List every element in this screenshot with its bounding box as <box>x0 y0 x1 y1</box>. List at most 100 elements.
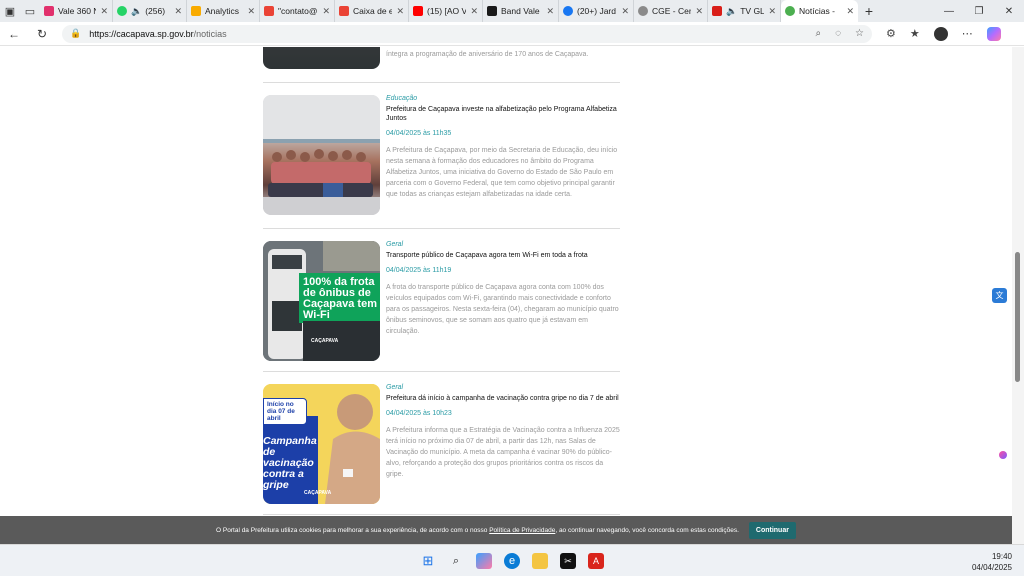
cge-icon <box>638 6 648 16</box>
minimize-icon[interactable]: — <box>934 6 964 17</box>
tab-8[interactable]: (20+) Jard ✕ <box>559 0 634 22</box>
speaker-icon[interactable]: 🔈 <box>131 6 142 17</box>
lock-icon[interactable]: 🔒 <box>70 28 81 39</box>
analytics-icon <box>191 6 201 16</box>
capcut-icon[interactable]: ✂ <box>560 553 576 569</box>
close-window-icon[interactable]: ✕ <box>994 6 1024 17</box>
edge-icon[interactable]: e <box>504 553 520 569</box>
gmail-icon <box>264 6 274 16</box>
read-aloud-icon[interactable]: ◌ <box>835 28 841 39</box>
search-icon[interactable]: ⌕ <box>448 553 464 569</box>
brand-logo: CAÇAPAVA <box>304 490 332 496</box>
news-image-teachers-group[interactable] <box>263 95 380 215</box>
tab-6[interactable]: (15) [AO V ✕ <box>409 0 483 22</box>
acrobat-icon[interactable]: A <box>588 553 604 569</box>
gmail-icon <box>339 6 349 16</box>
news-image-text: 100% da frota de ônibus de Caçapava tem … <box>303 276 377 321</box>
close-tab-icon[interactable]: ✕ <box>96 6 108 17</box>
cookie-continue-button[interactable]: Continuar <box>748 521 796 539</box>
menu-icon[interactable]: ⋯ <box>962 27 973 40</box>
tab-strip: ▣ ▭ Vale 360 N ✕ 🔈 (256) ✕ Analytics ✕ "cont… <box>0 0 1024 22</box>
news-image-bus-wifi[interactable]: 100% da frota de ônibus de Caçapava tem … <box>263 241 380 361</box>
tab-10[interactable]: 🔈 TV GL ✕ <box>708 0 781 22</box>
close-tab-icon[interactable]: ✕ <box>392 6 404 17</box>
workspaces-icon[interactable]: ▣ <box>0 0 20 22</box>
tab-actions-icon[interactable]: ▭ <box>20 0 40 22</box>
news-image-text: Campanha de vacinação contra a gripe <box>263 435 317 491</box>
tv-icon <box>712 6 722 16</box>
translate-icon[interactable]: 文 <box>992 288 1007 303</box>
cookie-text: O Portal da Prefeitura utiliza cookies p… <box>216 526 739 534</box>
favorites-icon[interactable]: ★ <box>910 27 920 40</box>
whatsapp-icon <box>117 6 127 16</box>
reload-icon[interactable]: ↻ <box>28 27 56 41</box>
news-image-vaccination[interactable]: Início no dia 07 de abril Campanha de va… <box>263 384 380 504</box>
instagram-icon <box>44 6 54 16</box>
cookie-banner: O Portal da Prefeitura utiliza cookies p… <box>0 516 1012 544</box>
favorite-star-icon[interactable]: ☆ <box>855 28 864 39</box>
news-date: 04/04/2025 às 10h23 <box>386 410 452 417</box>
news-category[interactable]: Educação <box>386 95 620 102</box>
url-path: /noticias <box>193 28 227 39</box>
close-tab-icon[interactable]: ✕ <box>691 6 703 17</box>
extensions-icon[interactable]: ⚙ <box>886 27 896 40</box>
maximize-icon[interactable]: ❐ <box>964 6 994 17</box>
scrollbar-thumb[interactable] <box>1015 252 1020 382</box>
close-tab-icon[interactable]: ✕ <box>170 6 182 17</box>
cacapava-icon <box>785 6 795 16</box>
taskbar: ⊞ ⌕ e ✂ A 19:40 04/04/2025 <box>0 544 1024 576</box>
copilot-taskbar-icon[interactable] <box>476 553 492 569</box>
facebook-icon <box>563 6 573 16</box>
news-summary: A frota do transporte público de Caçapav… <box>386 284 619 335</box>
page-content: íntegra a programação de aniversário de … <box>0 47 1012 544</box>
start-icon[interactable]: ⊞ <box>420 553 436 569</box>
tab-9[interactable]: CGE - Cen ✕ <box>634 0 708 22</box>
browser-toolbar: ← ↻ 🔒 https://cacapava.sp.gov.br/noticia… <box>0 22 1024 46</box>
news-title[interactable]: Prefeitura de Caçapava investe na alfabe… <box>386 105 620 123</box>
url-host: https://cacapava.sp.gov.br <box>89 28 194 39</box>
close-tab-icon[interactable]: ✕ <box>243 6 255 17</box>
news-category[interactable]: Geral <box>386 241 620 248</box>
page-scrollbar[interactable] <box>1012 47 1024 544</box>
close-tab-icon[interactable]: ✕ <box>842 6 854 17</box>
news-category[interactable]: Geral <box>386 384 620 391</box>
back-icon[interactable]: ← <box>0 27 28 41</box>
divider <box>263 514 620 515</box>
news-image-0[interactable] <box>263 47 380 69</box>
news-date: 04/04/2025 às 11h35 <box>386 130 452 137</box>
tab-2[interactable]: 🔈 (256) ✕ <box>113 0 187 22</box>
tab-3[interactable]: Analytics ✕ <box>187 0 260 22</box>
band-icon <box>487 6 497 16</box>
close-tab-icon[interactable]: ✕ <box>617 6 629 17</box>
tab-1[interactable]: Vale 360 N ✕ <box>40 0 113 22</box>
news-image-badge: Início no dia 07 de abril <box>263 398 307 425</box>
close-tab-icon[interactable]: ✕ <box>542 6 554 17</box>
profile-avatar[interactable] <box>933 26 948 41</box>
assistant-icon[interactable] <box>999 451 1007 459</box>
divider <box>263 228 620 229</box>
tab-5[interactable]: Caixa de e ✕ <box>335 0 409 22</box>
brand-logo: CAÇAPAVA <box>311 338 339 344</box>
divider <box>263 82 620 83</box>
youtube-icon <box>413 6 423 16</box>
close-tab-icon[interactable]: ✕ <box>318 6 330 17</box>
copilot-icon[interactable] <box>986 26 1001 41</box>
news-summary: A Prefeitura informa que a Estratégia de… <box>386 427 620 478</box>
news-title[interactable]: Transporte público de Caçapava agora tem… <box>386 251 620 260</box>
divider <box>263 371 620 372</box>
zoom-icon[interactable]: ⌕ <box>815 28 821 39</box>
close-tab-icon[interactable]: ✕ <box>466 6 478 17</box>
news-summary: íntegra a programação de aniversário de … <box>386 51 589 58</box>
file-explorer-icon[interactable] <box>532 553 548 569</box>
speaker-icon[interactable]: 🔈 <box>726 6 737 17</box>
close-tab-icon[interactable]: ✕ <box>764 6 776 17</box>
news-summary: A Prefeitura de Caçapava, por meio da Se… <box>386 147 618 198</box>
news-title[interactable]: Prefeitura dá início à campanha de vacin… <box>386 394 620 403</box>
tab-7[interactable]: Band Vale ✕ <box>483 0 559 22</box>
system-clock[interactable]: 19:40 04/04/2025 <box>972 551 1012 573</box>
tab-4[interactable]: "contato@ ✕ <box>260 0 335 22</box>
address-bar[interactable]: 🔒 https://cacapava.sp.gov.br/noticias ⌕ … <box>62 24 872 43</box>
new-tab-button[interactable]: + <box>858 3 880 19</box>
privacy-policy-link[interactable]: Política de Privacidade <box>489 527 555 534</box>
tab-active[interactable]: Notícias - ✕ <box>781 0 858 22</box>
